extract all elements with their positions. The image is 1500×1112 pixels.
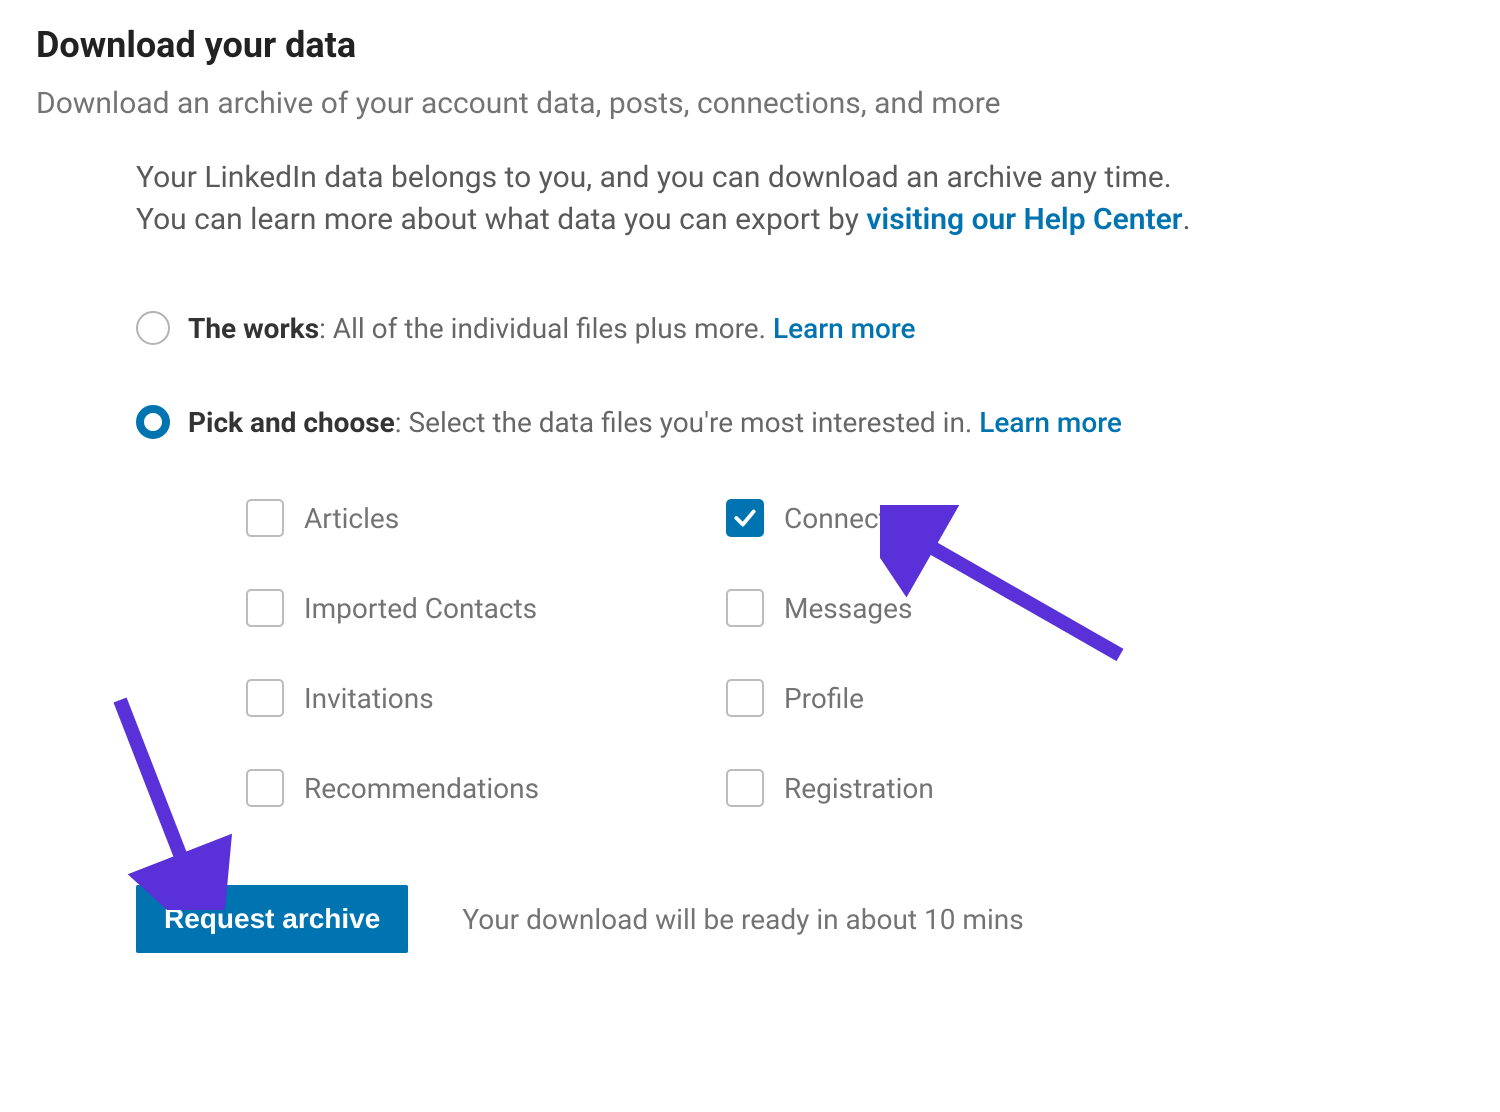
radio-label: The works: All of the individual files p… bbox=[188, 312, 916, 345]
checkbox-unchecked-icon bbox=[726, 589, 764, 627]
radio-label-bold: The works bbox=[188, 312, 319, 345]
checkbox-imported-contacts[interactable]: Imported Contacts bbox=[246, 589, 706, 627]
radio-icon-selected bbox=[136, 405, 170, 439]
checkbox-unchecked-icon bbox=[246, 499, 284, 537]
checkbox-unchecked-icon bbox=[246, 679, 284, 717]
checkbox-connections[interactable]: Connections bbox=[726, 499, 1186, 537]
page-subtitle: Download an archive of your account data… bbox=[36, 86, 1464, 121]
checkbox-profile[interactable]: Profile bbox=[726, 679, 1186, 717]
help-center-link[interactable]: visiting our Help Center bbox=[866, 202, 1182, 237]
checkbox-articles[interactable]: Articles bbox=[246, 499, 706, 537]
request-archive-button[interactable]: Request archive bbox=[136, 885, 408, 953]
radio-label-bold: Pick and choose bbox=[188, 406, 395, 439]
intro-paragraph: Your LinkedIn data belongs to you, and y… bbox=[136, 157, 1216, 241]
checkbox-label: Articles bbox=[304, 502, 399, 535]
learn-more-link-works[interactable]: Learn more bbox=[773, 312, 916, 345]
checkbox-label: Registration bbox=[784, 772, 934, 805]
checkbox-unchecked-icon bbox=[246, 769, 284, 807]
checkbox-registration[interactable]: Registration bbox=[726, 769, 1186, 807]
checkbox-label: Messages bbox=[784, 592, 912, 625]
checkbox-invitations[interactable]: Invitations bbox=[246, 679, 706, 717]
checkbox-unchecked-icon bbox=[246, 589, 284, 627]
checkbox-unchecked-icon bbox=[726, 679, 764, 717]
footer-note: Your download will be ready in about 10 … bbox=[462, 903, 1023, 936]
radio-pick-and-choose[interactable]: Pick and choose: Select the data files y… bbox=[136, 405, 1464, 439]
checkbox-checked-icon bbox=[726, 499, 764, 537]
checkbox-unchecked-icon bbox=[726, 769, 764, 807]
radio-icon-unselected bbox=[136, 311, 170, 345]
checkbox-label: Invitations bbox=[304, 682, 434, 715]
checkbox-grid: Articles Connections Imported Contacts Mess… bbox=[246, 499, 1464, 807]
learn-more-link-pick[interactable]: Learn more bbox=[979, 406, 1122, 439]
page-title: Download your data bbox=[36, 24, 1464, 66]
checkbox-label: Profile bbox=[784, 682, 864, 715]
radio-label-rest: : All of the individual files plus more. bbox=[319, 312, 773, 345]
checkbox-label: Connections bbox=[784, 502, 940, 535]
intro-suffix: . bbox=[1183, 202, 1191, 237]
radio-label-rest: : Select the data files you're most inte… bbox=[395, 406, 980, 439]
radio-label: Pick and choose: Select the data files y… bbox=[188, 406, 1122, 439]
checkbox-messages[interactable]: Messages bbox=[726, 589, 1186, 627]
radio-the-works[interactable]: The works: All of the individual files p… bbox=[136, 311, 1464, 345]
checkbox-label: Recommendations bbox=[304, 772, 539, 805]
checkbox-recommendations[interactable]: Recommendations bbox=[246, 769, 706, 807]
checkbox-label: Imported Contacts bbox=[304, 592, 537, 625]
